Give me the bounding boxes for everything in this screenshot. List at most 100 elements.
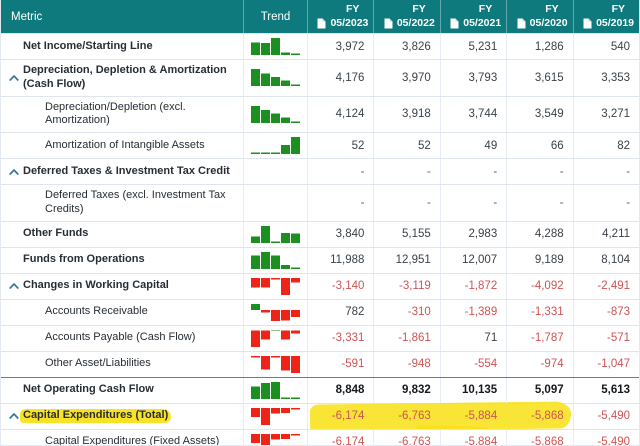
collapse-caret-icon[interactable] (9, 283, 19, 290)
table-row[interactable]: Deferred Taxes & Investment Tax Credit - -… (1, 158, 639, 184)
collapse-caret-icon[interactable] (9, 413, 19, 420)
trend-cell (243, 351, 307, 377)
value-cell: 9,832 (373, 377, 439, 403)
table-row[interactable]: Depreciation, Depletion & Amortization (… (1, 59, 639, 96)
value-cell: 4,288 (506, 221, 572, 247)
value-cell: 52 (307, 133, 373, 158)
metric-label: Funds from Operations (23, 253, 145, 266)
value-cell: 12,007 (439, 247, 506, 273)
value-cell: - (439, 185, 506, 221)
value-cell: - (572, 159, 639, 184)
table-row[interactable]: Changes in Working Capital -3,140 -3,119 -1… (1, 272, 639, 299)
value-cell: 2,983 (439, 221, 506, 247)
value-cell: -1,331 (506, 299, 572, 325)
value-cell: -1,047 (572, 351, 639, 377)
table-body: Net Income/Starting Line 3,972 3,826 5,231 1… (1, 33, 639, 445)
value-cell: -6,174 (307, 403, 373, 429)
value-cell: - (373, 159, 439, 184)
period-date-line: 05/2019 (583, 17, 634, 30)
value-cell: -5,884 (439, 429, 506, 445)
trend-sparkline (251, 69, 300, 87)
table-row[interactable]: Capital Expenditures (Total) -6,174 -6,763… (1, 400, 639, 434)
trend-cell (243, 185, 307, 221)
value-cell: - (506, 159, 572, 184)
table-row: Deferred Taxes (excl. Investment Tax Cre… (1, 184, 639, 221)
value-cell: 3,826 (373, 34, 439, 59)
table-row: Other Asset/Liabilities -591 -948 -554 -974-… (1, 350, 639, 377)
metric-cell: Accounts Payable (Cash Flow) (1, 326, 243, 351)
value-cell: 5,155 (373, 221, 439, 247)
collapse-caret-icon[interactable] (9, 168, 19, 175)
trend-sparkline (251, 329, 300, 347)
metric-label: Other Funds (23, 227, 89, 240)
trend-column-header[interactable]: Trend (243, 0, 307, 33)
value-cell: 10,135 (439, 377, 506, 403)
metric-cell: Depreciation/Depletion (excl. Amortizati… (1, 97, 243, 133)
value-cell: -2,491 (572, 273, 639, 299)
period-date-label: 05/2022 (396, 16, 435, 29)
period-column-header[interactable]: FY 05/2019 (572, 0, 639, 33)
trend-cell (243, 247, 307, 273)
metric-label: Depreciation, Depletion & Amortization (… (23, 64, 227, 90)
value-cell: 3,970 (373, 60, 439, 96)
metric-label: Accounts Payable (Cash Flow) (45, 331, 196, 344)
document-icon (450, 18, 459, 29)
table-row: Funds from Operations 11,988 12,951 12,007 9… (1, 246, 639, 273)
value-cell: 4,211 (572, 221, 639, 247)
value-cell: 8,848 (307, 377, 373, 403)
table-row: Other Funds 3,840 5,155 2,983 4,288 4,211 (1, 220, 639, 247)
metric-column-header[interactable]: Metric (1, 0, 243, 33)
value-cell: -3,119 (373, 273, 439, 299)
value-cell: -3,331 (307, 325, 373, 351)
period-column-header[interactable]: FY 05/2020 (506, 0, 572, 33)
metric-label: Net Income/Starting Line (23, 39, 153, 52)
value-cell: -6,174 (307, 429, 373, 445)
value-cell: 71 (439, 325, 506, 351)
period-date-label: 05/2020 (529, 16, 568, 29)
table-row: Net Operating Cash Flow 8,848 9,832 10,135 5… (1, 376, 639, 403)
metric-label: Other Asset/Liabilities (45, 357, 151, 370)
metric-cell: Capital Expenditures (Fixed Assets) (1, 430, 243, 445)
fiscal-year-label: FY (478, 3, 493, 16)
metric-cell: Funds from Operations (1, 248, 243, 273)
fiscal-year-label: FY (345, 3, 360, 16)
table-row: Amortization of Intangible Assets 52 52 49 6… (1, 132, 639, 158)
trend-cell (243, 159, 307, 184)
trend-sparkline (251, 355, 300, 373)
trend-cell (243, 34, 307, 59)
value-cell: -5,884 (464, 410, 498, 422)
period-date-line: 05/2023 (317, 17, 368, 30)
period-column-header[interactable]: FY 05/2023 (307, 0, 373, 33)
value-cell: 3,549 (506, 96, 572, 132)
value-cell: -873 (572, 299, 639, 325)
value-cell: 3,840 (307, 221, 373, 247)
value-cell: 11,988 (307, 247, 373, 273)
metric-cell: Depreciation, Depletion & Amortization (… (1, 60, 243, 96)
value-cell: -6,763 (373, 429, 439, 445)
value-cell: 1,286 (506, 34, 572, 59)
value-cell: 4,176 (307, 60, 373, 96)
metric-label: Depreciation/Depletion (excl. Amortizati… (45, 100, 186, 127)
collapse-caret-icon[interactable] (9, 74, 19, 81)
period-column-header[interactable]: FY 05/2021 (439, 0, 506, 33)
value-cell: -4,092 (506, 273, 572, 299)
document-icon (384, 18, 393, 29)
value-cell: 5,231 (439, 34, 506, 59)
metric-cell: Amortization of Intangible Assets (1, 133, 243, 158)
metric-cell: Net Income/Starting Line (1, 34, 243, 59)
trend-sparkline (251, 225, 300, 243)
period-column-header[interactable]: FY 05/2022 (373, 0, 439, 33)
trend-sparkline (251, 105, 300, 123)
trend-sparkline (251, 137, 300, 154)
value-cell: - (373, 185, 439, 221)
metric-cell: Accounts Receivable (1, 300, 243, 325)
table-row: Capital Expenditures (Fixed Assets) -6,17… (1, 428, 639, 445)
value-cell: 3,918 (373, 96, 439, 132)
metric-label: Changes in Working Capital (23, 279, 169, 292)
metric-label: Deferred Taxes (excl. Investment Tax Cre… (45, 189, 226, 215)
value-cell: -554 (439, 351, 506, 377)
trend-sparkline (251, 303, 300, 321)
cash-flow-table: Metric Trend FY 05/2023 FY 05/2022 FY 05/2021… (0, 0, 640, 446)
metric-cell: Deferred Taxes & Investment Tax Credit (1, 159, 243, 184)
table-row: Accounts Receivable 782 -310 -1,389 -1,331 -8… (1, 298, 639, 325)
